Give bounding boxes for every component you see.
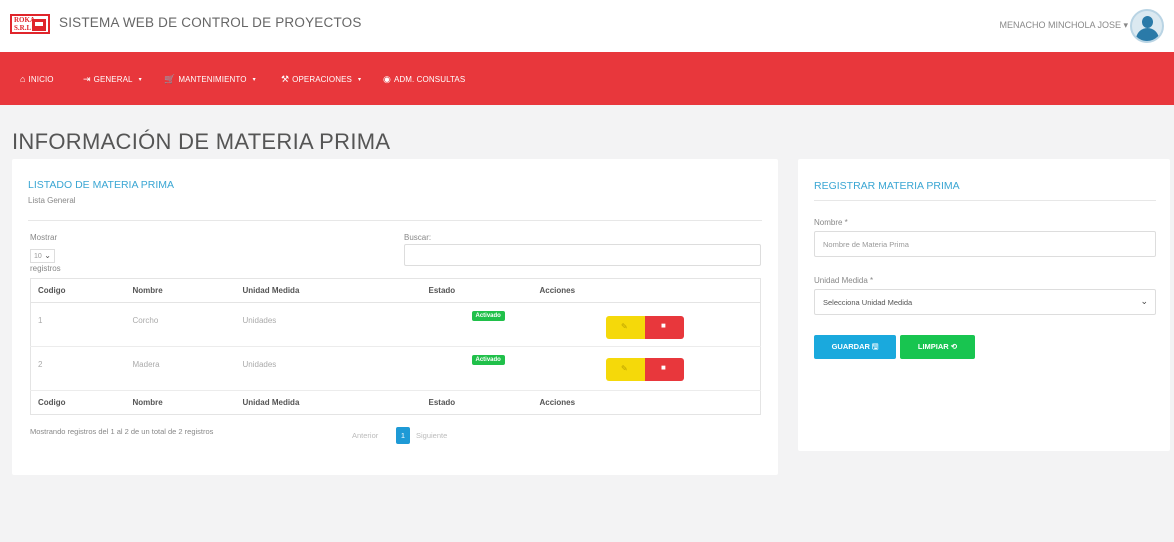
column-header[interactable]: Unidad Medida (235, 278, 422, 303)
user-avatar-icon[interactable] (1130, 9, 1164, 43)
nav-inicio[interactable]: ⌂ INICIO (20, 74, 54, 84)
nav-general[interactable]: ⇥ GENERAL ▾ (83, 74, 142, 85)
cell-codigo: 2 (30, 346, 126, 391)
cell-estado: Activado (421, 346, 533, 391)
edit-button[interactable]: ✎ (606, 358, 645, 381)
edit-icon: ✎ (621, 322, 628, 331)
nav-label: ADM. CONSULTAS (393, 75, 466, 84)
edit-button[interactable]: ✎ (606, 316, 645, 339)
nav-label: INICIO (28, 74, 54, 84)
pagination-previous[interactable]: Anterior (352, 431, 378, 440)
caret-down-icon: ▾ (138, 77, 142, 83)
register-form-panel: REGISTRAR MATERIA PRIMA Nombre * Nombre … (798, 159, 1170, 451)
pagination-next[interactable]: Siguiente (416, 431, 447, 440)
form-title: REGISTRAR MATERIA PRIMA (814, 180, 960, 192)
eye-icon: ◉ (383, 74, 391, 84)
clear-button[interactable]: LIMPIAR ⟲ (900, 335, 975, 359)
cell-unidad: Unidades (235, 346, 422, 391)
cell-codigo: 1 (30, 302, 126, 347)
nombre-input[interactable]: Nombre de Materia Prima (814, 231, 1156, 257)
column-footer: Codigo (30, 390, 126, 415)
column-footer: Estado (421, 390, 533, 415)
main-navbar: ⌂ INICIO ⇥ GENERAL ▾ 🛒 MANTENIMIENTO ▾ ⚒… (0, 52, 1174, 105)
nav-label: OPERACIONES (292, 75, 352, 84)
nombre-label: Nombre * (814, 218, 848, 227)
table-footer-row: Codigo Nombre Unidad Medida Estado Accio… (30, 390, 761, 415)
unidad-select[interactable]: Selecciona Unidad Medida ⌄ (814, 289, 1156, 315)
caret-down-icon: ▾ (357, 77, 362, 83)
materia-prima-table: Codigo Nombre Unidad Medida Estado Accio… (30, 278, 761, 415)
page-title: INFORMACIÓN DE MATERIA PRIMA (12, 129, 391, 154)
search-label: Buscar: (404, 233, 432, 242)
edit-icon: ✎ (621, 364, 628, 373)
materia-prima-list-panel: LISTADO DE MATERIA PRIMA Lista General M… (12, 159, 778, 475)
nombre-placeholder: Nombre de Materia Prima (823, 240, 909, 249)
truck-icon (32, 19, 46, 31)
table-header-row: Codigo Nombre Unidad Medida Estado Accio… (30, 278, 761, 303)
unidad-select-value: Selecciona Unidad Medida (823, 298, 913, 307)
cell-nombre: Madera (125, 346, 236, 391)
save-button[interactable]: GUARDAR 🖫 (814, 335, 896, 359)
column-header[interactable]: Acciones (532, 278, 761, 303)
app-title: SISTEMA WEB DE CONTROL DE PROYECTOS (59, 15, 362, 30)
home-icon: ⌂ (20, 74, 26, 84)
column-header[interactable]: Estado (421, 278, 533, 303)
unidad-label: Unidad Medida * (814, 276, 874, 285)
column-footer: Nombre (125, 390, 236, 415)
list-title: LISTADO DE MATERIA PRIMA (28, 179, 175, 191)
column-header[interactable]: Nombre (125, 278, 236, 303)
search-input[interactable] (404, 244, 761, 266)
company-logo[interactable]: ROKA S.R.L (10, 14, 50, 34)
list-subtitle: Lista General (28, 196, 76, 205)
page-size-value: 10 (34, 253, 42, 260)
nav-mantenimiento[interactable]: 🛒 MANTENIMIENTO ▾ (164, 74, 256, 85)
tools-icon: ⚒ (281, 74, 290, 84)
cell-nombre: Corcho (125, 302, 236, 347)
column-footer: Unidad Medida (235, 390, 422, 415)
nav-label: GENERAL (93, 75, 133, 84)
pagination-page[interactable]: 1 (396, 427, 410, 444)
show-label: Mostrar (30, 233, 58, 242)
status-badge: Activado (471, 311, 505, 321)
chevron-down-icon: ⌄ (1140, 296, 1148, 306)
user-menu[interactable]: MENACHO MINCHOLA JOSE ▾ (999, 20, 1128, 31)
column-header[interactable]: Codigo (30, 278, 126, 303)
column-footer: Acciones (532, 390, 761, 415)
logo-text-line2: S.R.L (14, 24, 32, 32)
sign-in-icon: ⇥ (83, 74, 91, 84)
trash-icon: ■ (661, 321, 666, 330)
divider (28, 220, 762, 221)
divider (814, 200, 1156, 201)
caret-down-icon: ▾ (252, 77, 256, 83)
top-bar: ROKA S.R.L SISTEMA WEB DE CONTROL DE PRO… (0, 0, 1174, 52)
records-info: Mostrando registros del 1 al 2 de un tot… (30, 427, 214, 436)
cart-icon: 🛒 (164, 74, 176, 84)
nav-label: MANTENIMIENTO (178, 75, 247, 84)
delete-button[interactable]: ■ (645, 316, 684, 339)
status-badge: Activado (471, 355, 505, 365)
nav-operaciones[interactable]: ⚒ OPERACIONES ▾ (281, 74, 361, 85)
page-size-select[interactable]: 10 ⌄ (30, 249, 55, 263)
chevron-down-icon: ⌄ (44, 251, 51, 260)
nav-adm-consultas[interactable]: ◉ ADM. CONSULTAS (383, 74, 465, 85)
cell-unidad: Unidades (235, 302, 422, 347)
trash-icon: ■ (661, 363, 666, 372)
cell-estado: Activado (421, 302, 533, 347)
records-label: registros (30, 264, 61, 273)
delete-button[interactable]: ■ (645, 358, 684, 381)
